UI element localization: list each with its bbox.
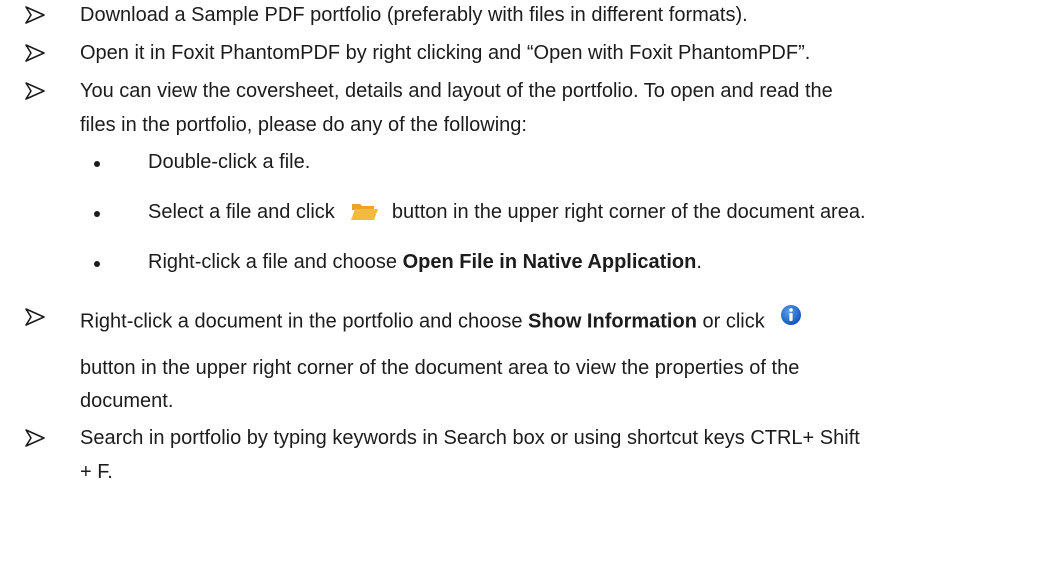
info-icon (781, 305, 802, 325)
sub-bullet-dot (94, 161, 100, 167)
open-folder-icon (351, 203, 379, 220)
step-1-text: Download a Sample PDF portfolio (prefera… (80, 4, 748, 26)
step-5-text-line-2: + F. (80, 461, 113, 483)
arrow-bullet-icon (25, 429, 45, 447)
sub-step-3-bold: Open File in Native Application (402, 251, 697, 273)
arrow-bullet-icon (25, 44, 45, 62)
step-4-text-line-1: Right-click a document in the portfolio … (80, 304, 802, 340)
step-4-bold: Show Information (528, 310, 697, 333)
step-4-text-line-2: button in the upper right corner of the … (80, 357, 800, 379)
sub-step-3-after: . (696, 251, 702, 273)
arrow-bullet-icon (25, 6, 45, 24)
step-4-after: or click (702, 310, 765, 333)
sub-step-2-text: Select a file and click button in the up… (148, 199, 866, 226)
sub-step-1-text: Double-click a file. (148, 151, 311, 173)
step-3-text-line-1: You can view the coversheet, details and… (80, 80, 833, 102)
step-5-text-line-1: Search in portfolio by typing keywords i… (80, 427, 860, 449)
step-4-text-line-3: document. (80, 390, 174, 412)
sub-step-2-before: Select a file and click (148, 201, 335, 223)
sub-step-3-text: Right-click a file and choose Open File … (148, 249, 702, 275)
sub-bullet-dot (94, 211, 100, 217)
step-2-text: Open it in Foxit PhantomPDF by right cli… (80, 42, 811, 64)
step-3-text-line-2: files in the portfolio, please do any of… (80, 114, 527, 136)
arrow-bullet-icon (25, 82, 45, 100)
step-4-before: Right-click a document in the portfolio … (80, 310, 523, 333)
sub-bullet-dot (94, 261, 100, 267)
sub-step-3-before: Right-click a file and choose (148, 251, 398, 273)
sub-step-2-after: button in the upper right corner of the … (391, 201, 866, 223)
arrow-bullet-icon (25, 308, 45, 326)
